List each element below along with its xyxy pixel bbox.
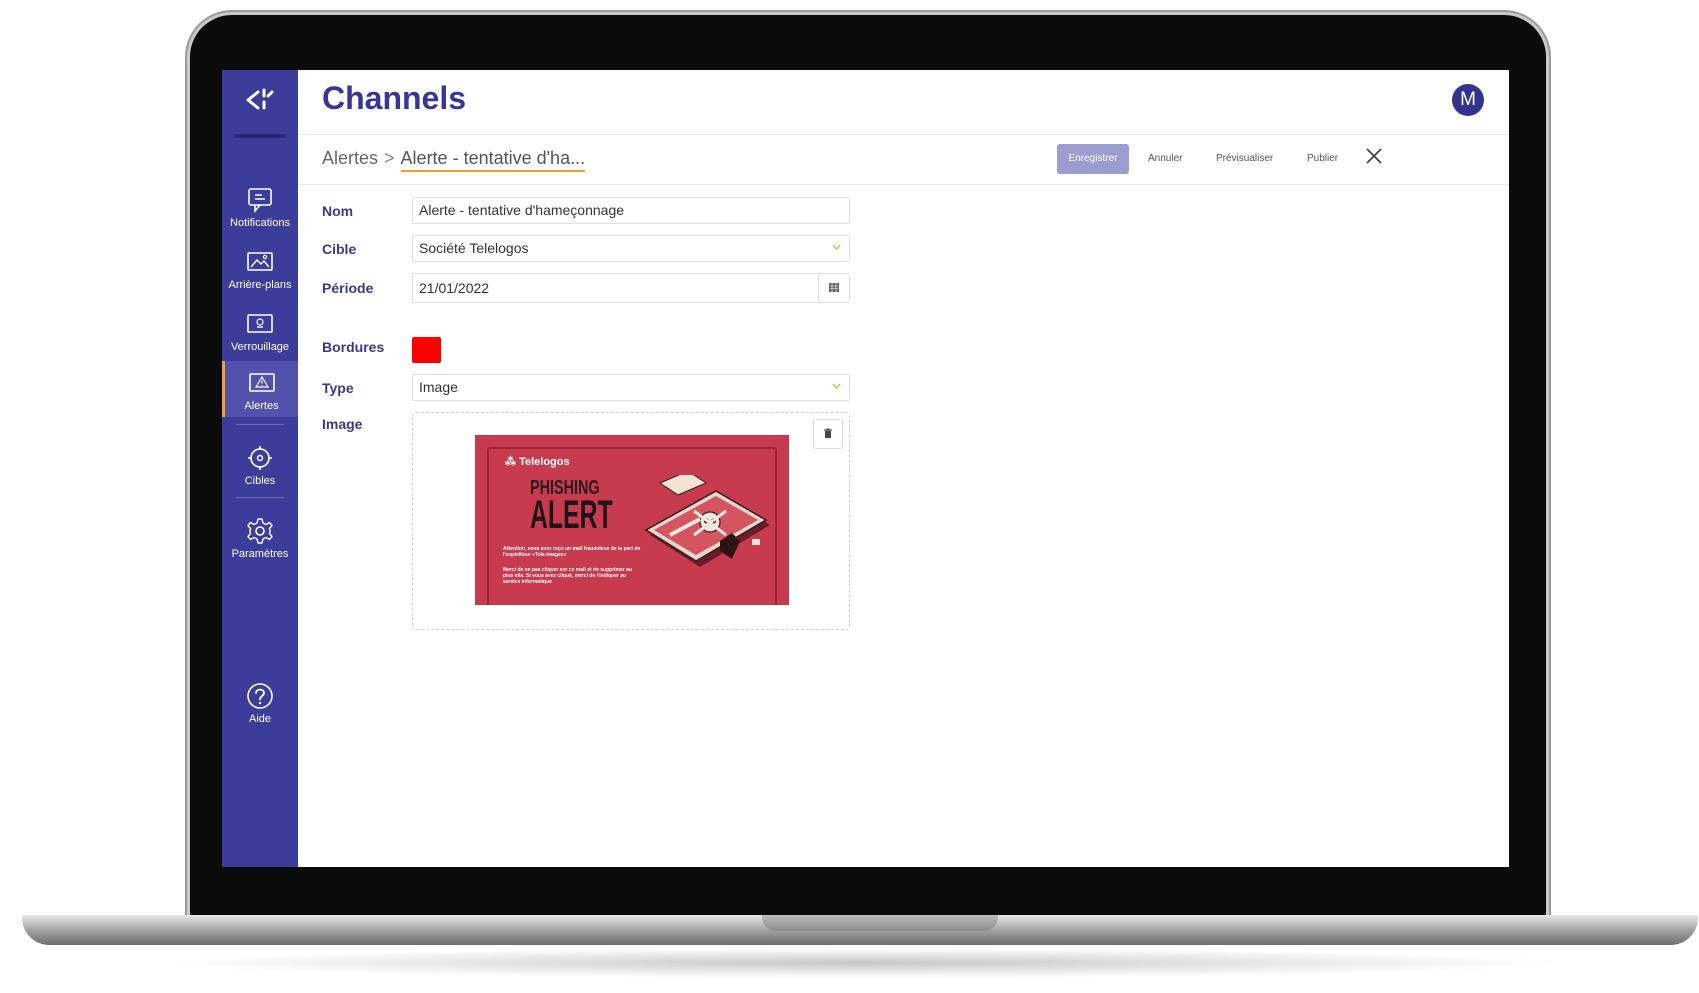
breadcrumb: Alertes > Alerte - tentative d'ha... <box>322 148 586 172</box>
bordures-label: Bordures <box>322 339 385 355</box>
type-value: Image <box>419 379 458 395</box>
phone-skull-illustration-icon <box>644 475 770 567</box>
lock-screen-icon <box>247 314 273 333</box>
trash-icon <box>824 428 832 438</box>
delete-image-button[interactable] <box>813 419 843 449</box>
breadcrumb-separator: > <box>384 148 395 168</box>
breadcrumb-parent[interactable]: Alertes <box>322 148 378 168</box>
sidebar-item-verrouillage[interactable]: Verrouillage <box>222 302 298 362</box>
sidebar-item-parametres[interactable]: Paramètres <box>222 509 298 569</box>
alert-heading-alert: ALERT <box>530 493 613 537</box>
nom-label: Nom <box>322 203 354 219</box>
gear-icon <box>247 518 273 544</box>
type-select[interactable]: Image <box>412 374 850 401</box>
app-screen: Notifications Arrière-plans Verrouillage <box>222 70 1509 867</box>
chevron-down-icon <box>832 383 841 389</box>
crosshair-icon <box>248 446 272 470</box>
sidebar-item-aide[interactable]: Aide <box>222 674 298 734</box>
sidebar-item-label: Notifications <box>230 217 290 229</box>
laptop-shadow <box>150 948 1570 978</box>
image-icon <box>247 252 273 271</box>
close-icon[interactable] <box>1364 146 1384 166</box>
periode-label: Période <box>322 280 374 296</box>
periode-input[interactable]: 21/01/2022 <box>412 273 850 303</box>
image-dropzone[interactable]: ⁂ Telelogos PHISHING ALERT Attention, vo… <box>412 412 850 630</box>
chat-bubble-icon <box>248 188 272 214</box>
cible-select[interactable]: Société Telelogos <box>412 235 850 262</box>
periode-value: 21/01/2022 <box>419 280 490 296</box>
type-label: Type <box>322 380 354 396</box>
sidebar-item-alertes[interactable]: Alertes <box>222 361 298 417</box>
sidebar-item-label: Verrouillage <box>230 341 290 353</box>
logo-underline <box>234 134 286 138</box>
border-color-swatch[interactable] <box>412 337 441 363</box>
alert-preview-image: ⁂ Telelogos PHISHING ALERT Attention, vo… <box>475 435 789 605</box>
help-icon <box>247 683 273 709</box>
cancel-button[interactable]: Annuler <box>1148 144 1182 174</box>
image-label: Image <box>322 416 363 432</box>
laptop-base <box>22 915 1698 945</box>
header-divider <box>298 134 1509 135</box>
sidebar-item-notifications[interactable]: Notifications <box>222 178 298 238</box>
preview-button[interactable]: Prévisualiser <box>1216 144 1273 174</box>
sidebar-item-label: Alertes <box>244 400 279 412</box>
breadcrumb-current: Alerte - tentative d'ha... <box>400 148 586 172</box>
calendar-icon <box>829 283 839 292</box>
sidebar-divider <box>236 424 284 425</box>
chevron-down-icon <box>832 244 841 250</box>
alert-text-2: Merci de ne pas cliquer sur ce mail et d… <box>503 567 632 585</box>
avatar[interactable]: M <box>1452 84 1484 116</box>
toolbar-divider <box>298 184 1509 185</box>
sidebar-item-label: Paramètres <box>231 548 289 560</box>
warning-triangle-icon <box>248 373 275 392</box>
sidebar-item-label: Aide <box>248 713 272 725</box>
sidebar-divider <box>236 497 284 498</box>
page-title: Channels <box>322 80 467 116</box>
sidebar: Notifications Arrière-plans Verrouillage <box>222 70 298 867</box>
nom-input[interactable]: Alerte - tentative d'hameçonnage <box>412 197 850 224</box>
sidebar-item-cibles[interactable]: Cibles <box>222 436 298 496</box>
sidebar-item-label: Cibles <box>244 475 276 487</box>
alert-text-1: Attention, vous avez reçu un mail fraudu… <box>503 546 641 558</box>
publish-button[interactable]: Publier <box>1307 144 1338 174</box>
cible-value: Société Telelogos <box>419 240 529 256</box>
alert-brand-name: Telelogos <box>519 456 570 468</box>
sidebar-item-arriere-plans[interactable]: Arrière-plans <box>222 240 298 300</box>
alert-brand-logo: ⁂ Telelogos <box>505 456 570 468</box>
laptop-notch <box>762 915 998 931</box>
app-logo-icon[interactable] <box>238 80 282 124</box>
save-button[interactable]: Enregistrer <box>1057 144 1129 174</box>
cible-label: Cible <box>322 241 357 257</box>
sidebar-item-label: Arrière-plans <box>228 279 292 291</box>
calendar-button[interactable] <box>818 274 849 302</box>
